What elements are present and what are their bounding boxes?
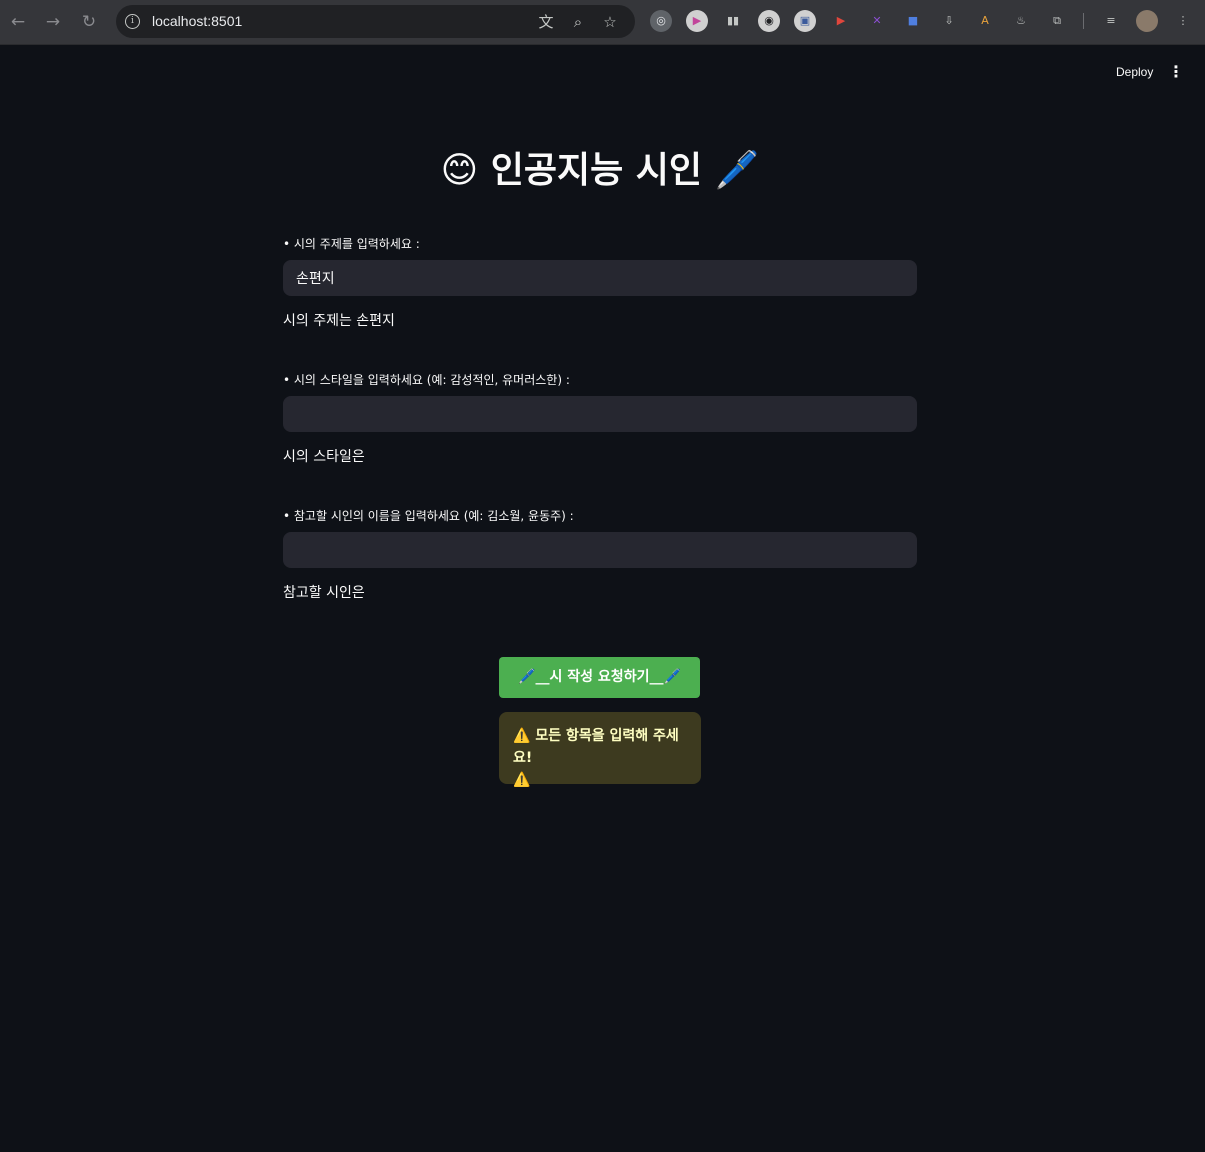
extension-icon-2[interactable]: ▶ (686, 10, 708, 32)
poet-label: • 참고할 시인의 이름을 입력하세요 (예: 김소월, 윤동주) : (283, 509, 574, 523)
toolbar-divider (1083, 13, 1084, 29)
media-control-icon[interactable]: ≡ (1100, 10, 1122, 32)
translate-icon[interactable]: 文 (536, 12, 556, 32)
extension-icon-5[interactable]: ▣ (794, 10, 816, 32)
extension-icon-7[interactable]: ✕ (866, 10, 888, 32)
deploy-button[interactable]: Deploy (1104, 62, 1165, 82)
site-info-icon[interactable]: i (125, 14, 140, 29)
warning-trailing-icon: ⚠️ (513, 772, 531, 788)
style-echo: 시의 스타일은 (283, 449, 365, 465)
poet-input[interactable] (283, 532, 917, 568)
topic-label: • 시의 주제를 입력하세요 : (283, 237, 420, 251)
bookmark-star-icon[interactable]: ☆ (600, 12, 620, 32)
warning-text: 모든 항목을 입력해 주세요! (513, 728, 679, 766)
request-poem-button[interactable]: 🖊️__시 작성 요청하기__🖊️ (499, 657, 700, 698)
reload-icon[interactable]: ↻ (77, 10, 101, 34)
app-menu-icon[interactable]: ⋮ (1166, 62, 1186, 82)
extensions-puzzle-icon[interactable]: ⧉ (1046, 10, 1068, 32)
style-label: • 시의 스타일을 입력하세요 (예: 감성적인, 유머러스한) : (283, 373, 570, 387)
extension-icon-3[interactable]: ▮▮ (722, 10, 744, 32)
url-text[interactable]: localhost:8501 (152, 13, 242, 29)
extension-icon-1[interactable]: ◎ (650, 10, 672, 32)
warning-icon: ⚠️ (513, 728, 531, 744)
extension-icon-8[interactable]: ■ (902, 10, 924, 32)
address-bar[interactable]: i localhost:8501 文 ⌕ ☆ (116, 5, 635, 38)
profile-avatar-icon[interactable]: ● (1136, 10, 1158, 32)
back-icon[interactable]: ← (6, 10, 30, 34)
style-input[interactable] (283, 396, 917, 432)
extension-icon-10[interactable]: A (974, 10, 996, 32)
warning-alert: ⚠️ 모든 항목을 입력해 주세요! ⚠️ (499, 712, 701, 788)
browser-toolbar: ← → ↻ i localhost:8501 文 ⌕ ☆ ◎ ▶ ▮▮ ◉ ▣ … (0, 0, 1205, 45)
camera-extension-icon[interactable]: ◉ (758, 10, 780, 32)
topic-echo: 시의 주제는 손편지 (283, 313, 395, 329)
browser-menu-icon[interactable]: ⋮ (1172, 10, 1194, 32)
extension-icon-6[interactable]: ▶ (830, 10, 852, 32)
topic-input[interactable]: 손편지 (283, 260, 917, 296)
download-extension-icon[interactable]: ⇩ (938, 10, 960, 32)
zoom-icon[interactable]: ⌕ (568, 12, 588, 32)
forward-icon[interactable]: → (41, 10, 65, 34)
extension-icon-11[interactable]: ♨ (1010, 10, 1032, 32)
page-title: 😊 인공지능 시인 🖊️ (440, 150, 760, 191)
poet-echo: 참고할 시인은 (283, 585, 365, 601)
